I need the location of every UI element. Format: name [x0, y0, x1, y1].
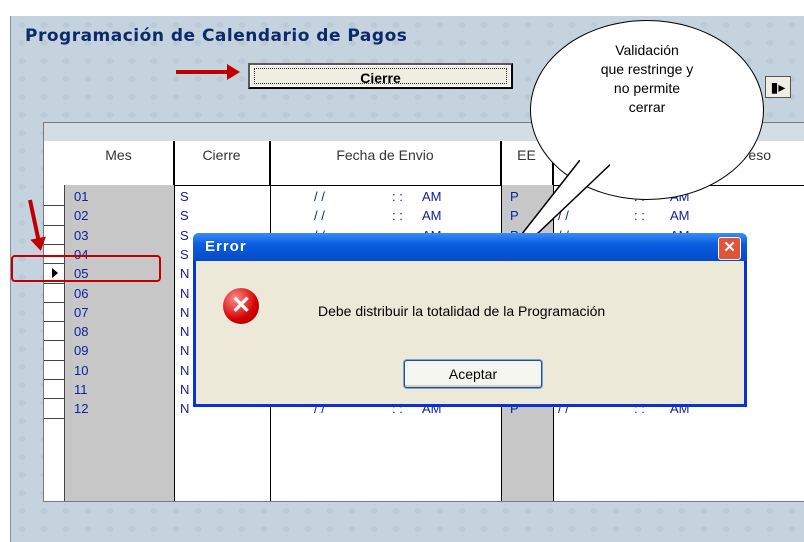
header-cierre[interactable]: Cierre	[174, 141, 270, 185]
cell-hora-ingreso: : :	[634, 208, 645, 224]
cierre-button[interactable]: Cierre	[248, 63, 513, 89]
cell-mes: 07	[74, 304, 89, 320]
cell-cierre: N	[180, 324, 190, 340]
cell-cierre: S	[180, 189, 189, 204]
error-icon: ✕	[223, 288, 259, 324]
cell-mes: 08	[74, 324, 89, 340]
callout-line-2: que restringe y	[600, 61, 694, 77]
cell-cierre: S	[180, 246, 189, 262]
cell-cierre: S	[180, 227, 189, 243]
aceptar-button[interactable]: Aceptar	[404, 360, 542, 388]
cell-cierre: N	[180, 382, 190, 397]
cell-mes: 10	[74, 362, 89, 378]
cell-cierre: N	[180, 304, 190, 320]
cell-cierre: N	[180, 362, 190, 378]
table-row[interactable]: 02 S / /: : AM P / /: : AM	[44, 206, 804, 225]
cell-mes: 01	[74, 189, 89, 204]
cell-hora-envio: : :	[392, 208, 403, 224]
form-title: Programación de Calendario de Pagos	[25, 26, 408, 46]
cell-mes: 02	[74, 208, 89, 224]
red-arrow-to-cierre	[176, 64, 240, 80]
callout-line-3: no permite	[613, 80, 681, 96]
selected-row-highlight	[11, 255, 161, 282]
cell-fecha-envio: / /	[314, 208, 325, 224]
dialog-titlebar[interactable]: Error ✕	[193, 233, 747, 261]
callout-line-1: Validación	[615, 42, 679, 58]
cell-cierre: N	[180, 266, 190, 282]
dialog-title: Error	[205, 238, 247, 255]
cell-cierre: S	[180, 208, 189, 224]
cell-cierre: N	[180, 343, 190, 359]
cell-ampm-envio: AM	[422, 208, 442, 224]
cell-mes: 09	[74, 343, 89, 359]
row-selector-line	[44, 417, 64, 419]
exit-door-icon[interactable]: ▮▸	[765, 76, 791, 98]
error-dialog: Error ✕ ✕ Debe distribuir la totalidad d…	[193, 233, 747, 407]
header-fecha-envio[interactable]: Fecha de Envio	[270, 141, 501, 185]
error-message: Debe distribuir la totalidad de la Progr…	[318, 303, 606, 319]
callout-line-4: cerrar	[628, 99, 666, 115]
cell-mes: 06	[74, 285, 89, 301]
header-mes[interactable]: Mes	[64, 141, 174, 185]
cell-fecha-envio: / /	[314, 189, 325, 204]
cell-mes: 12	[74, 401, 89, 417]
cell-cierre: N	[180, 401, 190, 417]
cell-hora-envio: : :	[392, 189, 403, 204]
cell-ampm-ingreso: AM	[670, 208, 690, 224]
close-icon[interactable]: ✕	[718, 237, 741, 260]
cell-mes: 03	[74, 227, 89, 243]
cell-cierre: N	[180, 285, 190, 301]
cell-ampm-envio: AM	[422, 189, 442, 204]
cell-mes: 11	[74, 382, 88, 397]
